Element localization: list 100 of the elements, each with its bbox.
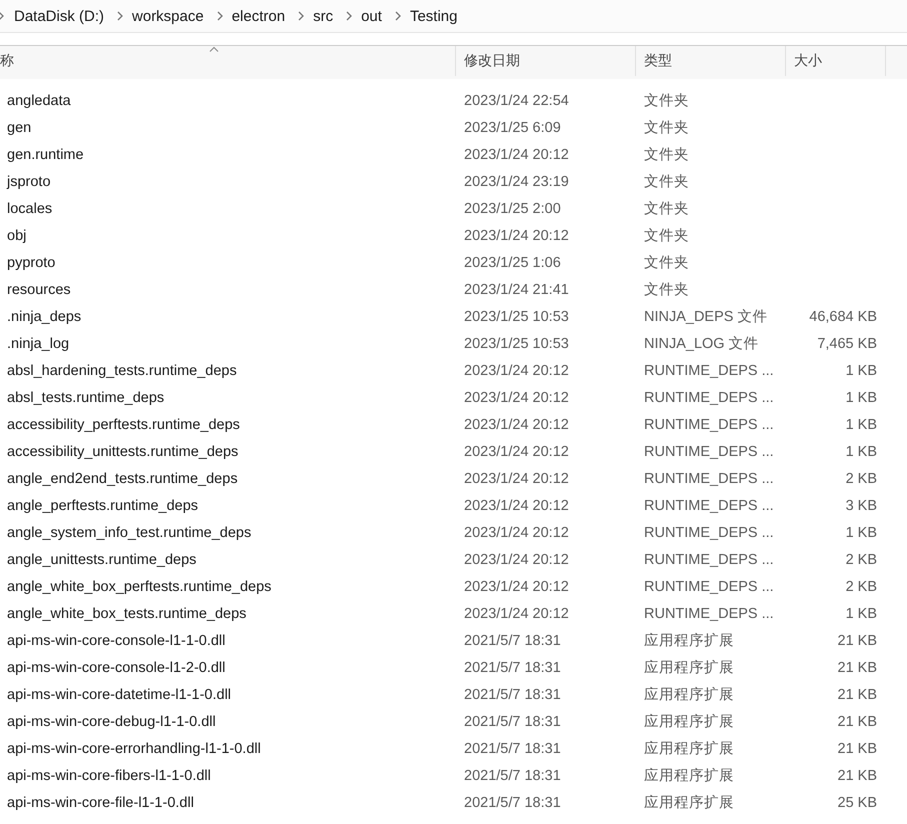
file-size: 21 KB: [838, 660, 877, 676]
file-type: RUNTIME_DEPS ...: [643, 416, 775, 432]
file-name[interactable]: angle_unittests.runtime_deps: [0, 552, 456, 568]
modified-date: 2023/1/25 1:06: [463, 254, 562, 270]
file-name[interactable]: absl_tests.runtime_deps: [0, 390, 456, 406]
file-type: 文件夹: [643, 227, 690, 245]
file-name[interactable]: api-ms-win-core-debug-l1-1-0.dll: [0, 714, 456, 730]
file-size: 1 KB: [846, 606, 877, 622]
file-name[interactable]: absl_hardening_tests.runtime_deps: [0, 362, 456, 378]
modified-date: 2023/1/24 20:12: [463, 444, 570, 460]
breadcrumb-item[interactable]: Testing: [410, 8, 458, 24]
file-name[interactable]: angle_perftests.runtime_deps: [0, 498, 456, 514]
file-size: 21 KB: [838, 740, 877, 756]
file-name[interactable]: angle_system_info_test.runtime_deps: [0, 524, 456, 540]
file-name[interactable]: api-ms-win-core-console-l1-2-0.dll: [0, 660, 456, 676]
file-size: 1 KB: [846, 444, 877, 460]
file-type: RUNTIME_DEPS ...: [643, 606, 775, 622]
file-type: NINJA_LOG 文件: [643, 335, 760, 353]
file-type: 文件夹: [643, 119, 690, 137]
file-size: 21 KB: [838, 632, 877, 648]
file-name[interactable]: angle_white_box_tests.runtime_deps: [0, 606, 456, 622]
file-name[interactable]: api-ms-win-core-fibers-l1-1-0.dll: [0, 768, 456, 784]
modified-date: 2023/1/24 20:12: [463, 524, 570, 540]
file-type: RUNTIME_DEPS ...: [643, 552, 775, 568]
file-name[interactable]: jsproto: [0, 174, 456, 190]
breadcrumb-item[interactable]: DataDisk (D:): [14, 8, 104, 24]
file-name[interactable]: angle_end2end_tests.runtime_deps: [0, 470, 456, 486]
modified-date: 2021/5/7 18:31: [463, 660, 562, 676]
file-size: 21 KB: [838, 768, 877, 784]
file-size: 1 KB: [846, 416, 877, 432]
file-name[interactable]: accessibility_perftests.runtime_deps: [0, 416, 456, 432]
file-size: 1 KB: [846, 524, 877, 540]
file-size: 2 KB: [846, 552, 877, 568]
file-size: 2 KB: [846, 470, 877, 486]
modified-date: 2023/1/24 20:12: [463, 362, 570, 378]
modified-date: 2023/1/25 10:53: [463, 308, 570, 324]
column-header[interactable]: 称: [0, 46, 456, 76]
file-name[interactable]: api-ms-win-core-datetime-l1-1-0.dll: [0, 686, 456, 702]
modified-date: 2023/1/25 2:00: [463, 200, 562, 216]
chevron-icon[interactable]: [346, 11, 352, 21]
file-type: RUNTIME_DEPS ...: [643, 578, 775, 594]
chevron-icon[interactable]: [216, 11, 223, 21]
modified-date: 2023/1/24 20:12: [463, 578, 570, 594]
modified-date: 2023/1/24 20:12: [463, 390, 570, 406]
file-name[interactable]: angledata: [0, 92, 456, 108]
file-type: 应用程序扩展: [643, 632, 735, 650]
file-size: 7,465 KB: [817, 336, 877, 352]
breadcrumb-item[interactable]: out: [361, 8, 382, 24]
breadcrumb-item[interactable]: src: [313, 8, 334, 24]
file-name[interactable]: .ninja_log: [0, 336, 456, 352]
file-type: RUNTIME_DEPS ...: [643, 444, 775, 460]
file-type: RUNTIME_DEPS ...: [643, 470, 775, 486]
file-name[interactable]: accessibility_unittests.runtime_deps: [0, 444, 456, 460]
modified-date: 2023/1/24 22:54: [463, 92, 570, 108]
file-name[interactable]: angle_white_box_perftests.runtime_deps: [0, 578, 456, 594]
modified-date: 2021/5/7 18:31: [463, 632, 562, 648]
chevron-icon[interactable]: [394, 11, 401, 21]
file-type: 文件夹: [643, 254, 690, 272]
file-type: 文件夹: [643, 146, 690, 164]
file-type: 应用程序扩展: [643, 740, 735, 758]
file-type: RUNTIME_DEPS ...: [643, 362, 775, 378]
file-type: 应用程序扩展: [643, 686, 735, 704]
file-name[interactable]: resources: [0, 282, 456, 298]
breadcrumb-item[interactable]: workspace: [132, 8, 204, 24]
file-type: 文件夹: [643, 173, 690, 191]
file-type: 应用程序扩展: [643, 766, 735, 785]
file-name[interactable]: gen: [0, 120, 456, 136]
column-header[interactable]: 修改日期: [456, 46, 636, 76]
modified-date: 2021/5/7 18:31: [463, 794, 562, 810]
modified-date: 2021/5/7 18:31: [463, 768, 562, 784]
file-name[interactable]: .ninja_deps: [0, 308, 456, 324]
file-size: 1 KB: [846, 390, 877, 406]
file-name[interactable]: locales: [0, 200, 456, 216]
file-name[interactable]: api-ms-win-core-file-l1-1-0.dll: [0, 794, 456, 810]
file-name[interactable]: obj: [0, 228, 456, 244]
file-type: 文件夹: [643, 92, 690, 110]
file-size: 21 KB: [838, 714, 877, 730]
modified-date: 2023/1/24 20:12: [463, 552, 570, 568]
chevron-icon[interactable]: [117, 11, 124, 21]
modified-date: 2023/1/24 21:41: [463, 282, 570, 298]
file-type: 文件夹: [643, 200, 690, 218]
file-size: 21 KB: [838, 686, 877, 702]
file-size: 46,684 KB: [809, 308, 877, 324]
file-type: RUNTIME_DEPS ...: [643, 390, 775, 406]
modified-date: 2023/1/25 6:09: [463, 120, 562, 136]
modified-date: 2023/1/24 20:12: [463, 470, 570, 486]
file-name[interactable]: pyproto: [0, 254, 456, 270]
file-name[interactable]: api-ms-win-core-console-l1-1-0.dll: [0, 632, 456, 648]
column-header[interactable]: 类型: [636, 46, 786, 76]
file-type: 文件夹: [643, 281, 690, 299]
modified-date: 2023/1/24 23:19: [463, 174, 570, 190]
modified-date: 2023/1/24 20:12: [463, 606, 570, 622]
modified-date: 2021/5/7 18:31: [463, 714, 562, 730]
column-header[interactable]: 大小: [786, 46, 886, 76]
file-size: 2 KB: [846, 578, 877, 594]
file-type: 应用程序扩展: [643, 712, 735, 731]
file-name[interactable]: api-ms-win-core-errorhandling-l1-1-0.dll: [0, 740, 456, 756]
breadcrumb-item[interactable]: electron: [232, 8, 286, 24]
file-name[interactable]: gen.runtime: [0, 146, 456, 162]
chevron-icon[interactable]: [298, 11, 304, 21]
